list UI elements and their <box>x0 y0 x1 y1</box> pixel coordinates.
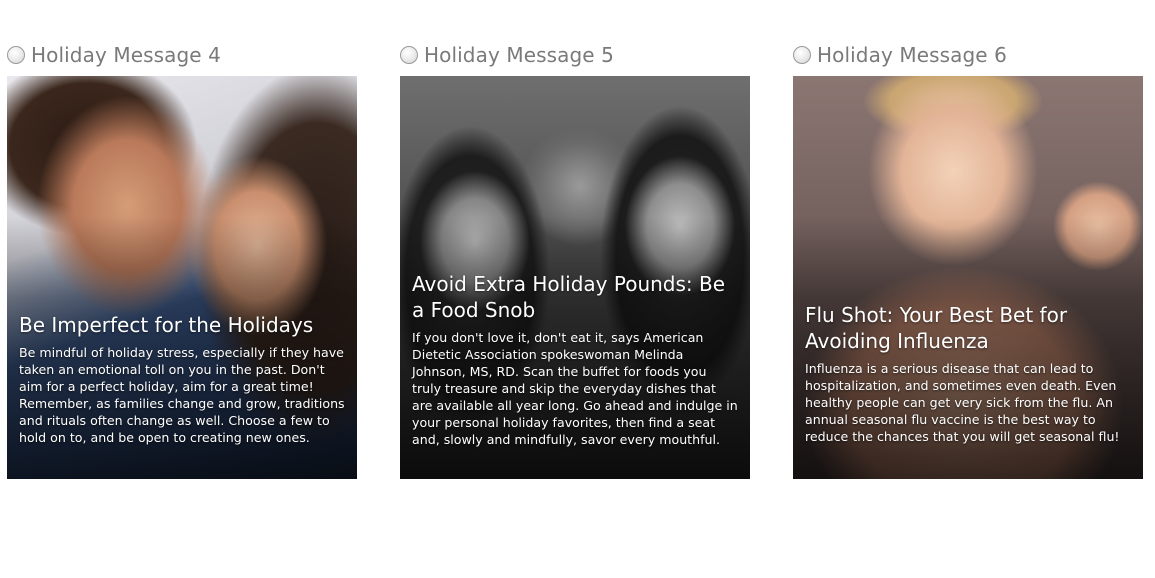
holiday-message-4-title: Be Imperfect for the Holidays <box>19 313 314 337</box>
holiday-message-4-text: Be Imperfect for the Holidays Be mindful… <box>19 312 345 446</box>
holiday-message-6-option: Holiday Message 6 Flu Shot: Your Best Be… <box>793 40 1143 479</box>
holiday-message-6-label: Holiday Message 6 <box>817 43 1007 67</box>
holiday-message-5-body: If you don't love it, don't eat it, says… <box>412 330 738 447</box>
holiday-message-6-radio-row[interactable]: Holiday Message 6 <box>793 40 1143 70</box>
holiday-message-4-label: Holiday Message 4 <box>31 43 221 67</box>
holiday-message-6-text: Flu Shot: Your Best Bet for Avoiding Inf… <box>805 302 1131 445</box>
holiday-message-4-radio[interactable] <box>7 46 25 64</box>
holiday-message-5-card[interactable]: Avoid Extra Holiday Pounds: Be a Food Sn… <box>400 76 750 479</box>
holiday-message-5-radio-row[interactable]: Holiday Message 5 <box>400 40 750 70</box>
holiday-message-6-radio[interactable] <box>793 46 811 64</box>
holiday-message-5-label: Holiday Message 5 <box>424 43 614 67</box>
holiday-message-4-radio-row[interactable]: Holiday Message 4 <box>7 40 357 70</box>
holiday-message-5-radio[interactable] <box>400 46 418 64</box>
holiday-message-4-body: Be mindful of holiday stress, especially… <box>19 345 345 445</box>
holiday-message-4-option: Holiday Message 4 Be Imperfect for the H… <box>7 40 357 479</box>
holiday-message-4-card[interactable]: Be Imperfect for the Holidays Be mindful… <box>7 76 357 479</box>
holiday-message-6-card[interactable]: Flu Shot: Your Best Bet for Avoiding Inf… <box>793 76 1143 479</box>
holiday-message-6-title: Flu Shot: Your Best Bet for Avoiding Inf… <box>805 303 1068 353</box>
holiday-message-6-body: Influenza is a serious disease that can … <box>805 361 1120 444</box>
holiday-message-5-option: Holiday Message 5 Avoid Extra Holiday Po… <box>400 40 750 479</box>
holiday-message-5-text: Avoid Extra Holiday Pounds: Be a Food Sn… <box>412 271 738 448</box>
holiday-message-5-title: Avoid Extra Holiday Pounds: Be a Food Sn… <box>412 272 726 322</box>
